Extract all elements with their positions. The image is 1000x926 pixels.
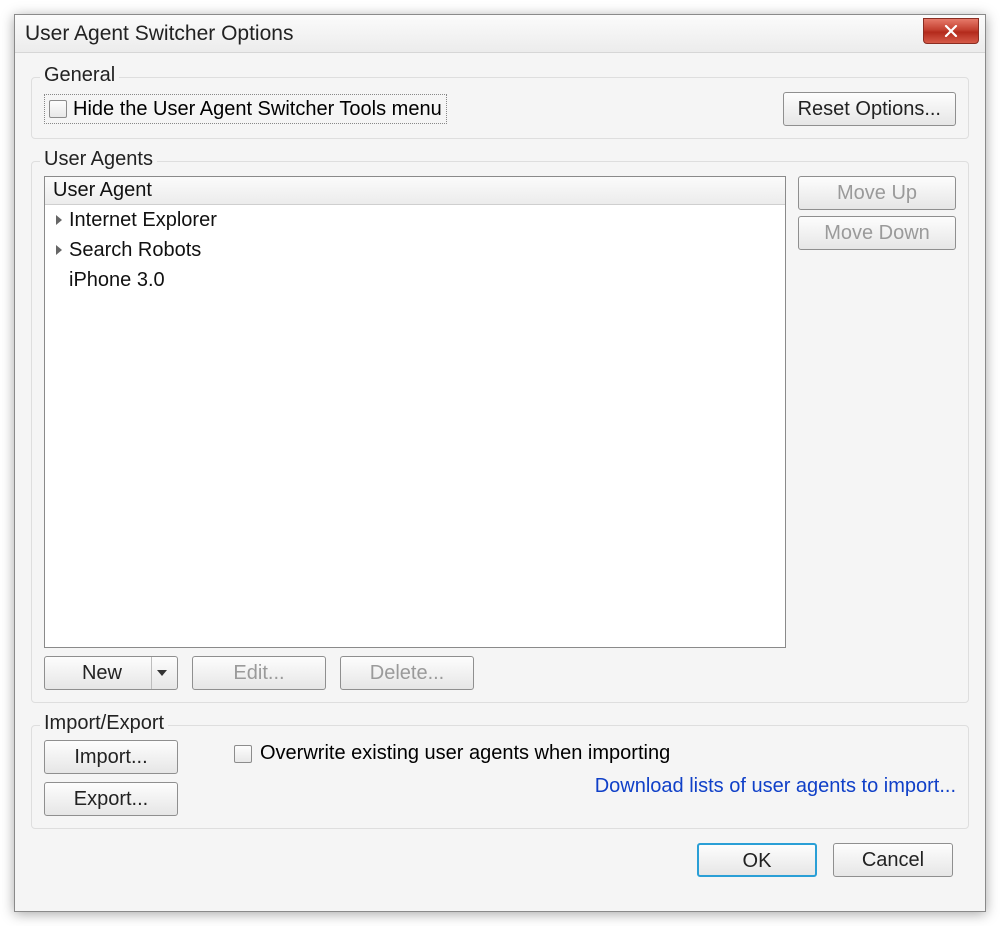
import-export-group-label: Import/Export [40, 712, 168, 735]
new-button[interactable]: New [44, 656, 178, 690]
new-button-label: New [82, 662, 122, 684]
edit-button[interactable]: Edit... [192, 656, 326, 690]
tree-item[interactable]: Internet Explorer [45, 205, 785, 235]
tree-item[interactable]: iPhone 3.0 [45, 265, 785, 295]
overwrite-checkbox[interactable]: Overwrite existing user agents when impo… [234, 740, 956, 765]
tree-item-label: Search Robots [69, 239, 201, 262]
reset-options-button[interactable]: Reset Options... [783, 92, 956, 126]
checkbox-icon [234, 745, 252, 763]
general-group-label: General [40, 64, 119, 87]
hide-tools-menu-checkbox[interactable]: Hide the User Agent Switcher Tools menu [44, 94, 447, 124]
tree-list: Internet Explorer Search Robots iPhone 3.0 [45, 205, 785, 295]
cancel-button[interactable]: Cancel [833, 843, 953, 877]
dialog-title: User Agent Switcher Options [25, 22, 293, 46]
user-agent-tree[interactable]: User Agent Internet Explorer Search Robot… [44, 176, 786, 648]
dialog-content: General Hide the User Agent Switcher Too… [15, 53, 985, 911]
download-link[interactable]: Download lists of user agents to import.… [234, 775, 956, 798]
expand-icon[interactable] [53, 214, 65, 226]
delete-button[interactable]: Delete... [340, 656, 474, 690]
export-button[interactable]: Export... [44, 782, 178, 816]
dialog-footer: OK Cancel [31, 829, 969, 883]
titlebar: User Agent Switcher Options [15, 15, 985, 53]
checkbox-icon [49, 100, 67, 118]
user-agents-side-buttons: Move Up Move Down [798, 176, 956, 648]
import-button[interactable]: Import... [44, 740, 178, 774]
expand-icon[interactable] [53, 244, 65, 256]
import-export-group: Import/Export Import... Export... Overwr… [31, 725, 969, 829]
general-group: General Hide the User Agent Switcher Too… [31, 77, 969, 139]
chevron-down-icon [157, 670, 167, 676]
tree-item-label: Internet Explorer [69, 209, 217, 232]
tree-item-label: iPhone 3.0 [69, 269, 165, 292]
user-agents-bottom-buttons: New Edit... Delete... [44, 656, 956, 690]
tree-item[interactable]: Search Robots [45, 235, 785, 265]
move-up-button[interactable]: Move Up [798, 176, 956, 210]
overwrite-label: Overwrite existing user agents when impo… [260, 742, 670, 765]
import-export-left: Import... Export... [44, 740, 194, 816]
new-button-dropdown[interactable] [151, 657, 171, 689]
close-icon [944, 25, 958, 37]
options-dialog: User Agent Switcher Options General Hide… [14, 14, 986, 912]
tree-column-header[interactable]: User Agent [45, 177, 785, 205]
move-down-button[interactable]: Move Down [798, 216, 956, 250]
general-row: Hide the User Agent Switcher Tools menu … [44, 92, 956, 126]
user-agents-group-label: User Agents [40, 148, 157, 171]
user-agents-body: User Agent Internet Explorer Search Robot… [44, 176, 956, 648]
ok-button[interactable]: OK [697, 843, 817, 877]
import-export-right: Overwrite existing user agents when impo… [194, 740, 956, 816]
import-export-body: Import... Export... Overwrite existing u… [44, 740, 956, 816]
close-button[interactable] [923, 18, 979, 44]
hide-tools-menu-label: Hide the User Agent Switcher Tools menu [73, 98, 442, 121]
user-agents-group: User Agents User Agent Internet Explorer… [31, 161, 969, 703]
